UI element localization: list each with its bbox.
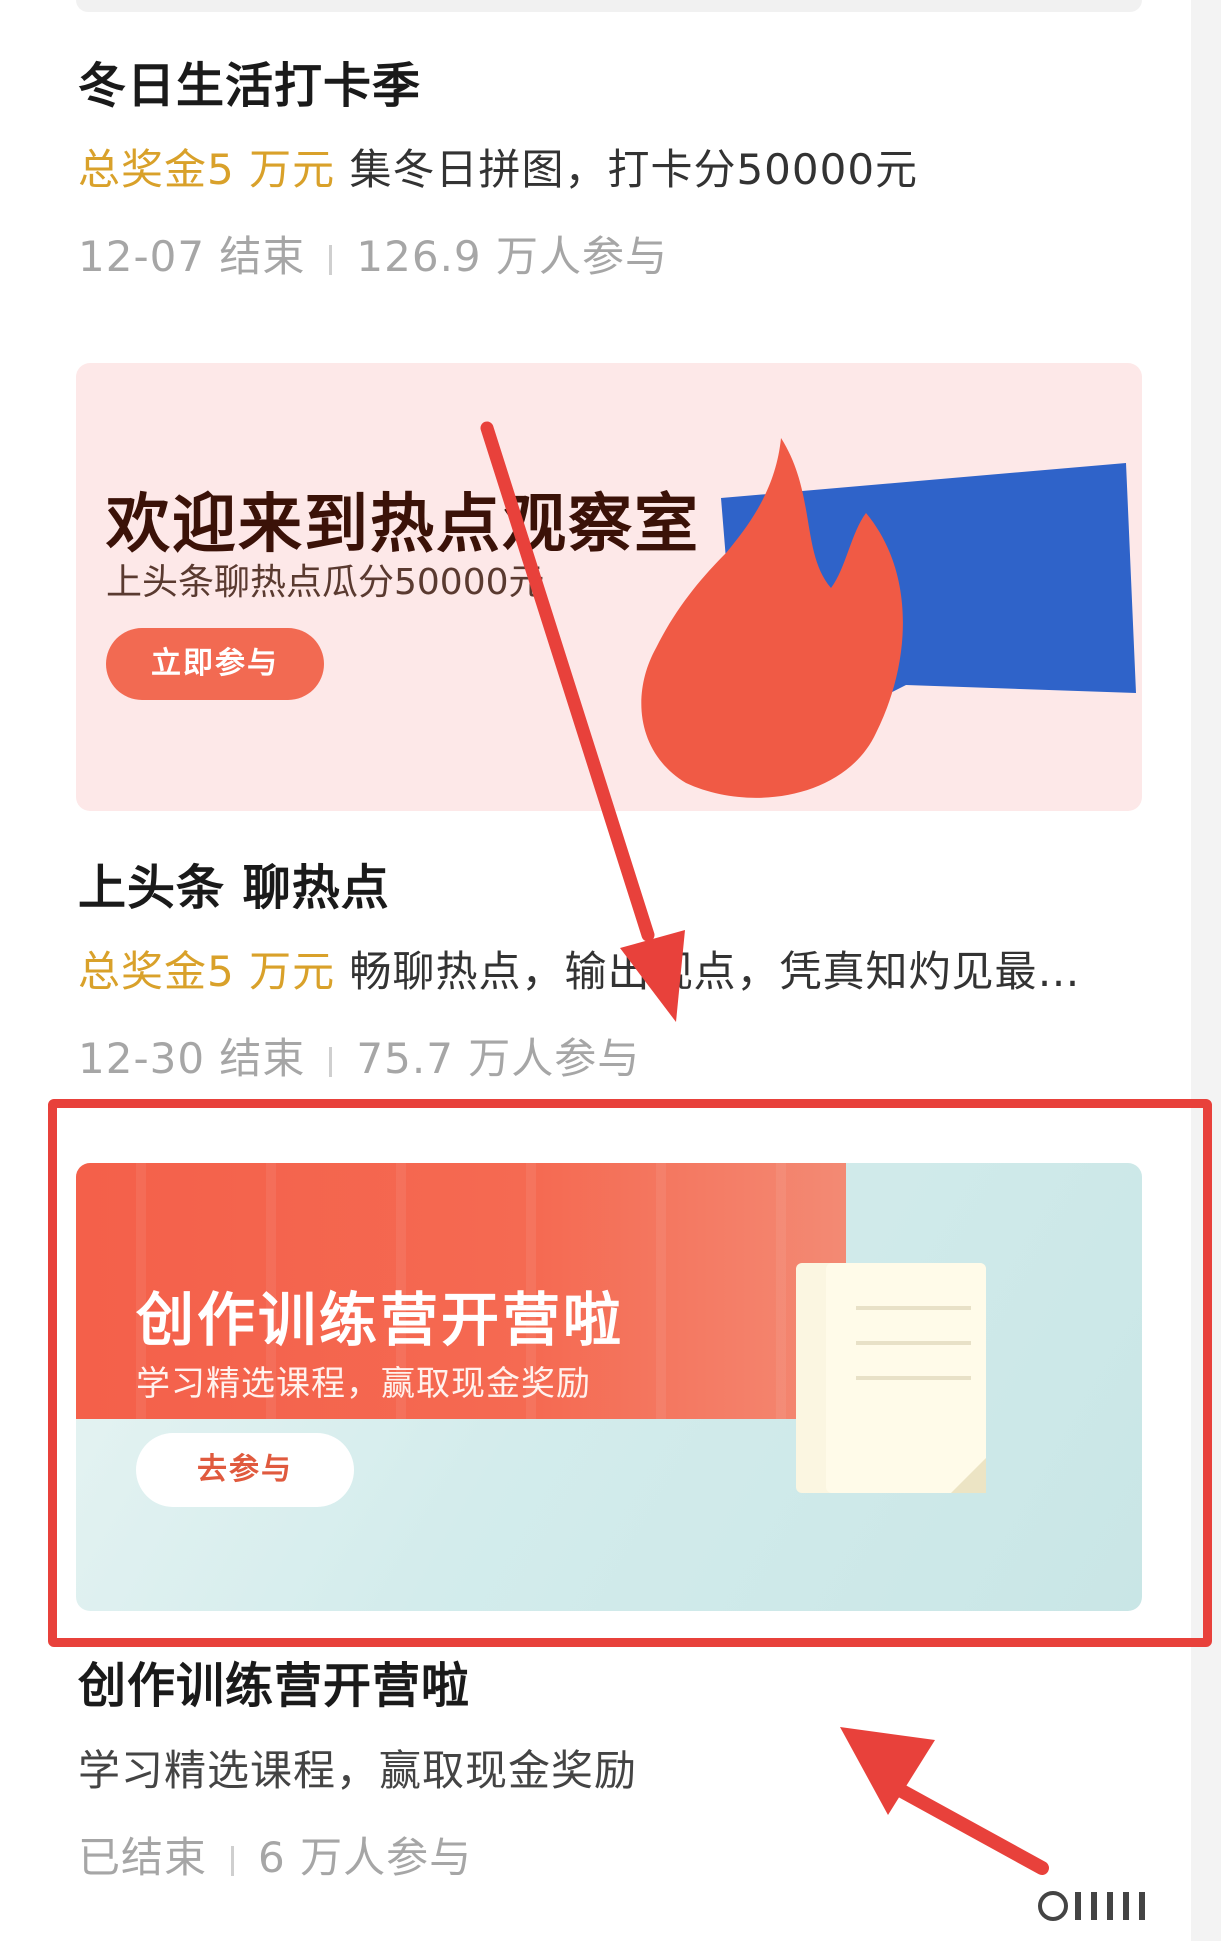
annotation-arrows: [480, 421, 1049, 1875]
red-arrow-down-icon: [480, 421, 685, 1022]
red-arrow-up-icon: [840, 1727, 1049, 1875]
watermark-icons: [1038, 1891, 1145, 1921]
